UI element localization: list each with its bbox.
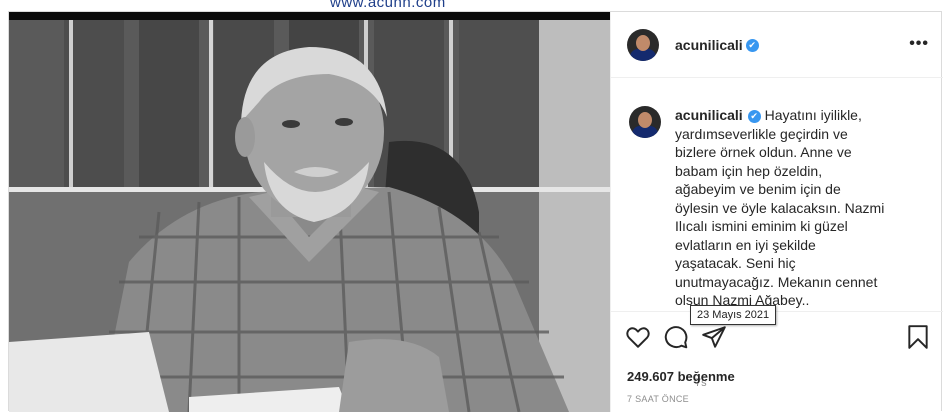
heart-icon[interactable] xyxy=(625,324,651,350)
instagram-post: acunilicali ✔ ••• acunilicali ✔ Hayatını i… xyxy=(8,11,943,412)
author-avatar[interactable] xyxy=(627,29,659,61)
header-username[interactable]: acunilicali xyxy=(675,37,743,53)
avatar-face xyxy=(636,35,650,51)
photo-illustration xyxy=(9,12,610,412)
likes-count[interactable]: 249.607 beğenme xyxy=(627,369,735,384)
posted-time[interactable]: 7 SAAT ÖNCE xyxy=(627,394,689,404)
header-author: acunilicali ✔ xyxy=(675,37,759,55)
verified-badge-icon: ✔ xyxy=(747,109,761,123)
comment-icon[interactable] xyxy=(663,324,689,350)
caption-text: acunilicali ✔ Hayatını iyilikle, yardımse… xyxy=(675,106,885,310)
photo-top-bar xyxy=(9,12,610,20)
share-icon[interactable] xyxy=(701,324,727,350)
post-actions: 249.607 beğenme 7 SAAT ÖNCE xyxy=(611,311,943,412)
caption-username[interactable]: acunilicali xyxy=(675,107,743,123)
more-options-icon[interactable]: ••• xyxy=(909,35,929,53)
watermark-text: www.acunn.com xyxy=(330,0,446,11)
post-sidebar: acunilicali ✔ ••• acunilicali ✔ Hayatını i… xyxy=(610,12,943,412)
post-photo[interactable] xyxy=(9,12,610,412)
verified-badge-icon: ✔ xyxy=(745,39,759,53)
post-header: acunilicali ✔ ••• xyxy=(611,12,943,78)
caption-body: Hayatını iyilikle, yardımseverlikle geçi… xyxy=(675,107,885,308)
date-tooltip: 23 Mayıs 2021 xyxy=(690,305,777,325)
bookmark-icon[interactable] xyxy=(905,324,931,350)
avatar-face xyxy=(638,112,652,128)
caption-avatar[interactable] xyxy=(629,106,661,138)
